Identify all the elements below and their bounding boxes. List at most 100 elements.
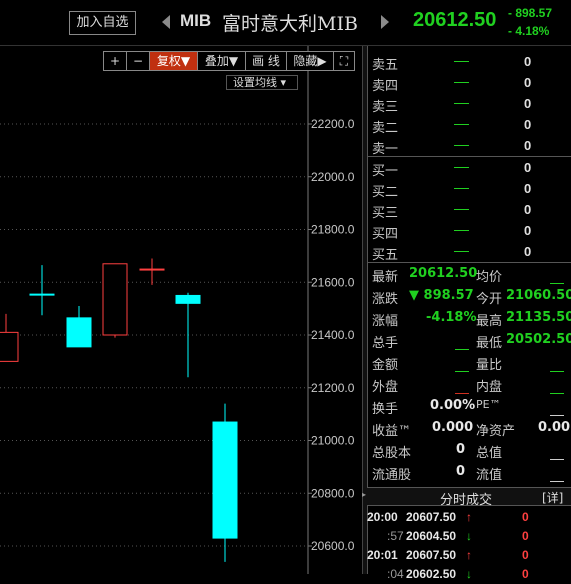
tick-volume: 0	[522, 567, 529, 581]
candle-body	[175, 294, 201, 304]
hide-button[interactable]: 隐藏▶	[286, 51, 334, 71]
eps-label: 收益™	[372, 424, 412, 439]
quote-row: 换手 0.00% PE™	[372, 395, 570, 417]
candle[interactable]	[212, 403, 238, 562]
candle-body	[139, 268, 165, 271]
tick-time: 20:00	[367, 510, 398, 524]
ask-price-empty	[454, 124, 469, 125]
draw-line-button[interactable]: 画 线	[245, 51, 287, 71]
tick-price: 20604.50	[406, 529, 457, 543]
price-change: - 898.57	[508, 6, 553, 20]
zoom-out-button[interactable]: −	[126, 51, 150, 71]
latest-label: 最新	[372, 270, 399, 285]
candle[interactable]	[66, 305, 92, 348]
shares-label: 总股本	[372, 446, 412, 461]
tick-direction-down-icon: ↓	[466, 529, 472, 543]
tick-row: 20:00 20607.50 ↑ 0	[367, 508, 571, 527]
ask-label: 卖一	[372, 142, 399, 157]
candle[interactable]	[139, 258, 165, 285]
tick-row: :57 20604.50 ↓ 0	[367, 527, 571, 546]
float-val-value-empty	[550, 471, 564, 486]
bid-volume: 0	[524, 223, 532, 238]
y-tick-label: 20600.0	[311, 539, 355, 553]
next-symbol-icon[interactable]	[381, 15, 389, 29]
candle-body	[102, 263, 128, 336]
bid-price-empty	[454, 188, 469, 189]
open-label: 今开	[476, 292, 503, 307]
shares-value: 0	[456, 442, 466, 457]
tick-row: :04 20602.50 ↓ 0	[367, 565, 571, 584]
volume-label: 总手	[372, 336, 399, 351]
prev-symbol-icon[interactable]	[162, 15, 170, 29]
adjust-dropdown[interactable]: 复权▼	[149, 51, 198, 71]
bid-label: 买一	[372, 164, 399, 179]
pe-label: PE™	[476, 398, 501, 411]
ask-price-empty	[454, 145, 469, 146]
ask-row: 卖五 0	[372, 51, 568, 73]
ask-volume: 0	[524, 75, 532, 90]
pct-value: -4.18%	[426, 310, 477, 325]
bid-row: 买五 0	[372, 241, 568, 263]
ticks-detail-link[interactable]: [详]	[542, 489, 563, 506]
top-bar: 加入自选 MIB 富时意大利MIB 20612.50 - 898.57 - 4.…	[0, 0, 571, 46]
y-tick-label: 22200.0	[311, 117, 355, 131]
add-to-watchlist-button[interactable]: 加入自选	[69, 11, 136, 35]
tick-time: 20:01	[367, 548, 398, 562]
ask-label: 卖五	[372, 58, 399, 73]
mktcap-label: 总值	[476, 446, 503, 461]
ask-label: 卖四	[372, 79, 399, 94]
bid-price-empty	[454, 251, 469, 252]
overlay-dropdown[interactable]: 叠加▼	[197, 51, 246, 71]
y-tick-label: 21600.0	[311, 275, 355, 289]
quote-row: 涨幅 -4.18% 最高 21135.50	[372, 307, 571, 329]
change-value: ▼ 898.57	[409, 288, 474, 303]
tick-price: 20607.50	[406, 548, 457, 562]
ask-row: 卖一 0	[372, 135, 568, 157]
symbol-code: MIB	[180, 11, 212, 30]
ask-price-empty	[454, 103, 469, 104]
bid-price-empty	[454, 209, 469, 210]
candle-body	[66, 317, 92, 348]
ask-label: 卖二	[372, 121, 399, 136]
candle[interactable]	[102, 263, 128, 338]
turnover-label: 换手	[372, 402, 399, 417]
candle-body	[212, 421, 238, 539]
y-tick-label: 20800.0	[311, 486, 355, 500]
avg-label: 均价	[476, 270, 503, 285]
nav-label: 净资产	[476, 424, 516, 439]
symbol-name: 富时意大利MIB	[222, 13, 358, 35]
current-price: 20612.50	[413, 9, 497, 31]
set-moving-average-dropdown[interactable]: 设置均线 ▾	[226, 75, 298, 90]
outer-label: 外盘	[372, 380, 399, 395]
quote-row: 金额 量比	[372, 351, 570, 373]
fullscreen-icon[interactable]: ⛶	[333, 51, 355, 71]
tick-time: :57	[387, 529, 404, 543]
tick-volume: 0	[522, 548, 529, 562]
ask-label: 卖三	[372, 100, 399, 115]
high-value: 21135.50	[506, 310, 571, 325]
price-change-percent: - 4.18%	[508, 24, 550, 38]
quote-row: 总股本 0 总值	[372, 439, 570, 461]
float-label: 流通股	[372, 468, 412, 483]
candlestick-chart[interactable]: 22200.0 22000.0 21800.0 21600.0 21400.0 21200…	[0, 46, 362, 574]
bid-label: 买四	[372, 227, 399, 242]
tick-price: 20607.50	[406, 510, 457, 524]
candle[interactable]	[29, 265, 55, 316]
ask-volume: 0	[524, 54, 532, 69]
ask-row: 卖二 0	[372, 114, 568, 136]
candle[interactable]	[0, 313, 19, 362]
zoom-in-button[interactable]: +	[103, 51, 127, 71]
bid-row: 买一 0	[372, 157, 568, 179]
candle-body	[0, 331, 19, 362]
ratio-label: 量比	[476, 358, 503, 373]
tick-price: 20602.50	[406, 567, 457, 581]
bid-label: 买二	[372, 185, 399, 200]
quote-row: 总手 最低 20502.50	[372, 329, 571, 351]
bid-price-empty	[454, 167, 469, 168]
y-tick-label: 22000.0	[311, 170, 355, 184]
bid-volume: 0	[524, 160, 532, 175]
bid-label: 买三	[372, 206, 399, 221]
bid-volume: 0	[524, 202, 532, 217]
float-value: 0	[456, 464, 466, 479]
ask-volume: 0	[524, 96, 532, 111]
